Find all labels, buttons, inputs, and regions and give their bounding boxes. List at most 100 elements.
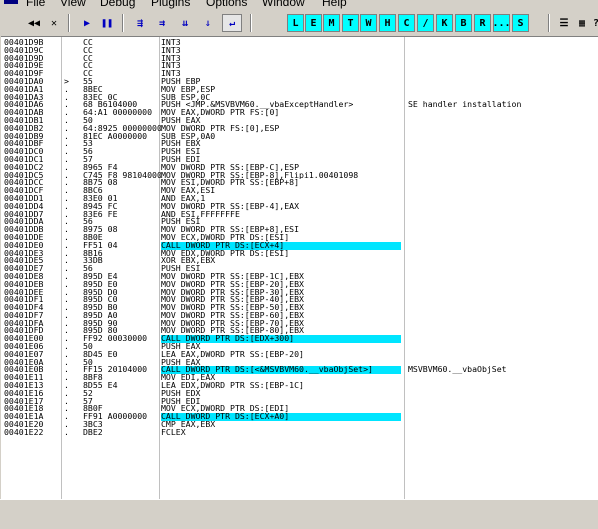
disasm-row[interactable]: 00401DCF. 8BC6 MOV EAX,ESI xyxy=(1,187,598,195)
disasm-row[interactable]: 00401DD1. 83E0 01 AND EAX,1 xyxy=(1,195,598,203)
disasm-row[interactable]: 00401DEE. 895D D0 MOV DWORD PTR SS:[EBP-30… xyxy=(1,289,598,297)
disasm-row[interactable]: 00401E16. 52 PUSH EDX xyxy=(1,390,598,398)
instruction-cell: MOV EBP,ESP xyxy=(161,85,216,94)
disasm-row[interactable]: 00401DE3. 8B16 MOV EDX,DWORD PTR DS:[ESI] xyxy=(1,250,598,258)
marker-cell: . xyxy=(64,171,69,180)
disasm-row[interactable]: 00401D9C CC INT3 xyxy=(1,47,598,55)
disasm-row[interactable]: 00401DB9. 81EC A0000000 SUB ESP,0A0 xyxy=(1,133,598,141)
disasm-row[interactable]: 00401DE5. 33DB XOR EBX,EBX xyxy=(1,257,598,265)
hex-cell: 81EC A0000000 xyxy=(83,132,148,141)
window-menu-icon[interactable] xyxy=(4,0,18,4)
disasm-row[interactable]: 00401DA3. 83EC 0C SUB ESP,0C xyxy=(1,94,598,102)
disasm-row[interactable]: 00401DA1. 8BEC MOV EBP,ESP xyxy=(1,86,598,94)
disassembly-pane[interactable]: 00401D9B CC INT3 00401D9C CC INT3 00401D9D CC IN… xyxy=(1,36,598,499)
address-cell: 00401E16 xyxy=(4,389,44,398)
disasm-row[interactable]: 00401DCC. 8B75 08 MOV ESI,DWORD PTR SS:[EB… xyxy=(1,179,598,187)
instruction-cell: PUSH EBX xyxy=(161,140,201,149)
toolbar-executable-modules-button[interactable]: E xyxy=(305,14,322,32)
toolbar-memory-button[interactable]: M xyxy=(323,14,340,32)
list-view-icon[interactable]: ☰ xyxy=(556,14,572,32)
disasm-row[interactable]: 00401E06. 50 PUSH EAX xyxy=(1,343,598,351)
disasm-row[interactable]: 00401DA6. 68 B6104000 PUSH <JMP.&MSVBVM60.… xyxy=(1,101,598,109)
instruction-cell: CALL DWORD PTR DS:[EDX+300] xyxy=(161,335,401,344)
disasm-row[interactable]: 00401DDB. 8975 08 MOV DWORD PTR SS:[EBP+8]… xyxy=(1,226,598,234)
instruction-cell: MOV ESI,DWORD PTR SS:[EBP+8] xyxy=(161,179,300,188)
open-file-icon[interactable] xyxy=(2,14,24,32)
menu-file[interactable]: File xyxy=(26,0,45,9)
toolbar-references-button[interactable]: R xyxy=(474,14,491,32)
trace-into-icon[interactable]: ⇊ xyxy=(175,14,195,32)
disasm-row[interactable]: 00401DD4. 8945 FC MOV DWORD PTR SS:[EBP-4]… xyxy=(1,203,598,211)
marker-cell: . xyxy=(64,140,69,149)
run-icon[interactable]: ▶ xyxy=(78,14,96,32)
disasm-row[interactable]: 00401DAB. 64:A1 00000000 MOV EAX,DWORD PTR… xyxy=(1,109,598,117)
disasm-row[interactable]: 00401D9E CC INT3 xyxy=(1,62,598,70)
trace-over-icon[interactable]: ⇓ xyxy=(198,14,218,32)
toolbar-threads-button[interactable]: T xyxy=(342,14,359,32)
step-into-icon[interactable]: ⇶ xyxy=(130,14,150,32)
menu-debug[interactable]: Debug xyxy=(100,0,135,9)
restart-icon[interactable]: ◀◀ xyxy=(25,14,43,32)
menu-help[interactable]: Help xyxy=(322,0,347,9)
disasm-row[interactable]: 00401DD7. 83E6 FE AND ESI,FFFFFFFE xyxy=(1,211,598,219)
disasm-row[interactable]: 00401E20. 3BC3 CMP EAX,EBX xyxy=(1,421,598,429)
disasm-row[interactable]: 00401E18. 8B0F MOV ECX,DWORD PTR DS:[EDI] xyxy=(1,405,598,413)
disasm-row[interactable]: 00401DC1. 57 PUSH EDI xyxy=(1,156,598,164)
marker-cell: . xyxy=(64,421,69,429)
marker-cell: . xyxy=(64,311,69,320)
disasm-row[interactable]: 00401DF4. 895D B0 MOV DWORD PTR SS:[EBP-50… xyxy=(1,304,598,312)
disasm-row[interactable]: 00401E17. 57 PUSH EDI xyxy=(1,398,598,406)
toolbar-source-button[interactable]: S xyxy=(512,14,529,32)
toolbar-separator xyxy=(68,14,70,32)
disasm-row[interactable]: 00401DBF. 53 PUSH EBX xyxy=(1,140,598,148)
execute-till-return-icon[interactable]: ↵ xyxy=(222,14,242,32)
toolbar-call-stack-button[interactable]: K xyxy=(436,14,453,32)
menu-options[interactable]: Options xyxy=(206,0,247,9)
hex-cell: 56 xyxy=(83,218,93,227)
disasm-row[interactable]: 00401E13. 8D55 E4 LEA EDX,DWORD PTR SS:[EB… xyxy=(1,382,598,390)
disasm-row[interactable]: 00401DE0. FF51 04 CALL DWORD PTR DS:[ECX+4… xyxy=(1,241,598,250)
grid-view-icon[interactable]: ▦ xyxy=(574,14,590,32)
disasm-row[interactable]: 00401E0B. FF15 20104000 CALL DWORD PTR DS:… xyxy=(1,366,598,375)
disasm-row[interactable]: 00401DC2. 8965 F4 MOV DWORD PTR SS:[EBP-C]… xyxy=(1,164,598,172)
disasm-row[interactable]: 00401DC0. 56 PUSH ESI xyxy=(1,148,598,156)
toolbar-handles-button[interactable]: H xyxy=(379,14,396,32)
menu-window[interactable]: Window xyxy=(262,0,305,9)
disasm-row[interactable]: 00401DE8. 895D E4 MOV DWORD PTR SS:[EBP-1C… xyxy=(1,273,598,281)
disasm-row[interactable]: 00401D9B CC INT3 xyxy=(1,39,598,47)
disasm-row[interactable]: 00401DB2. 64:8925 00000000 MOV DWORD PTR F… xyxy=(1,125,598,133)
disasm-row[interactable]: 00401E0A. 50 PUSH EAX xyxy=(1,359,598,367)
menu-plugins[interactable]: Plugins xyxy=(151,0,190,9)
disasm-row[interactable]: 00401E11. 8BF8 MOV EDI,EAX xyxy=(1,374,598,382)
toolbar-breakpoints-button[interactable]: B xyxy=(455,14,472,32)
disasm-row[interactable]: 00401DDE. 8B0E MOV ECX,DWORD PTR DS:[ESI] xyxy=(1,234,598,242)
disasm-row[interactable]: 00401DA0 >55 PUSH EBP xyxy=(1,78,598,86)
pause-icon[interactable]: ❚❚ xyxy=(98,14,116,32)
close-icon[interactable]: ✕ xyxy=(45,14,63,32)
toolbar-windows-button[interactable]: W xyxy=(360,14,377,32)
toolbar-cpu-button[interactable]: C xyxy=(398,14,415,32)
disasm-row[interactable]: 00401DDA. 56 PUSH ESI xyxy=(1,218,598,226)
toolbar-separator xyxy=(122,14,124,32)
disasm-row[interactable]: 00401DF1. 895D C0 MOV DWORD PTR SS:[EBP-40… xyxy=(1,296,598,304)
toolbar-run-trace-button[interactable]: ... xyxy=(492,14,511,32)
disasm-row[interactable]: 00401DEB. 895D E0 MOV DWORD PTR SS:[EBP-20… xyxy=(1,281,598,289)
disasm-row[interactable]: 00401E22. DBE2 FCLEX xyxy=(1,429,598,437)
step-over-icon[interactable]: ⇉ xyxy=(152,14,172,32)
disasm-row[interactable]: 00401DF7. 895D A0 MOV DWORD PTR SS:[EBP-60… xyxy=(1,312,598,320)
disasm-row[interactable]: 00401DE7. 56 PUSH ESI xyxy=(1,265,598,273)
disasm-row[interactable]: 00401D9D CC INT3 xyxy=(1,55,598,63)
disasm-row[interactable]: 00401DFA. 895D 90 MOV DWORD PTR SS:[EBP-70… xyxy=(1,320,598,328)
help-icon[interactable]: ? xyxy=(592,14,598,32)
disasm-row[interactable]: 00401E00. FF92 00030000 CALL DWORD PTR DS:… xyxy=(1,335,598,344)
disasm-row[interactable]: 00401E1A. FF91 A0000000 CALL DWORD PTR DS:… xyxy=(1,413,598,422)
disasm-row[interactable]: 00401DC5. C745 F8 98104000 MOV DWORD PTR S… xyxy=(1,172,598,180)
toolbar-log-button[interactable]: L xyxy=(287,14,304,32)
disasm-row[interactable]: 00401D9F CC INT3 xyxy=(1,70,598,78)
disasm-row[interactable]: 00401E07. 8D45 E0 LEA EAX,DWORD PTR SS:[EB… xyxy=(1,351,598,359)
disasm-row[interactable]: 00401DFD. 895D 80 MOV DWORD PTR SS:[EBP-80… xyxy=(1,327,598,335)
disasm-row[interactable]: 00401DB1. 50 PUSH EAX xyxy=(1,117,598,125)
menu-view[interactable]: View xyxy=(60,0,86,9)
toolbar-patches-button[interactable]: / xyxy=(417,14,434,32)
instruction-cell: CALL DWORD PTR DS:[ECX+4] xyxy=(161,241,401,250)
